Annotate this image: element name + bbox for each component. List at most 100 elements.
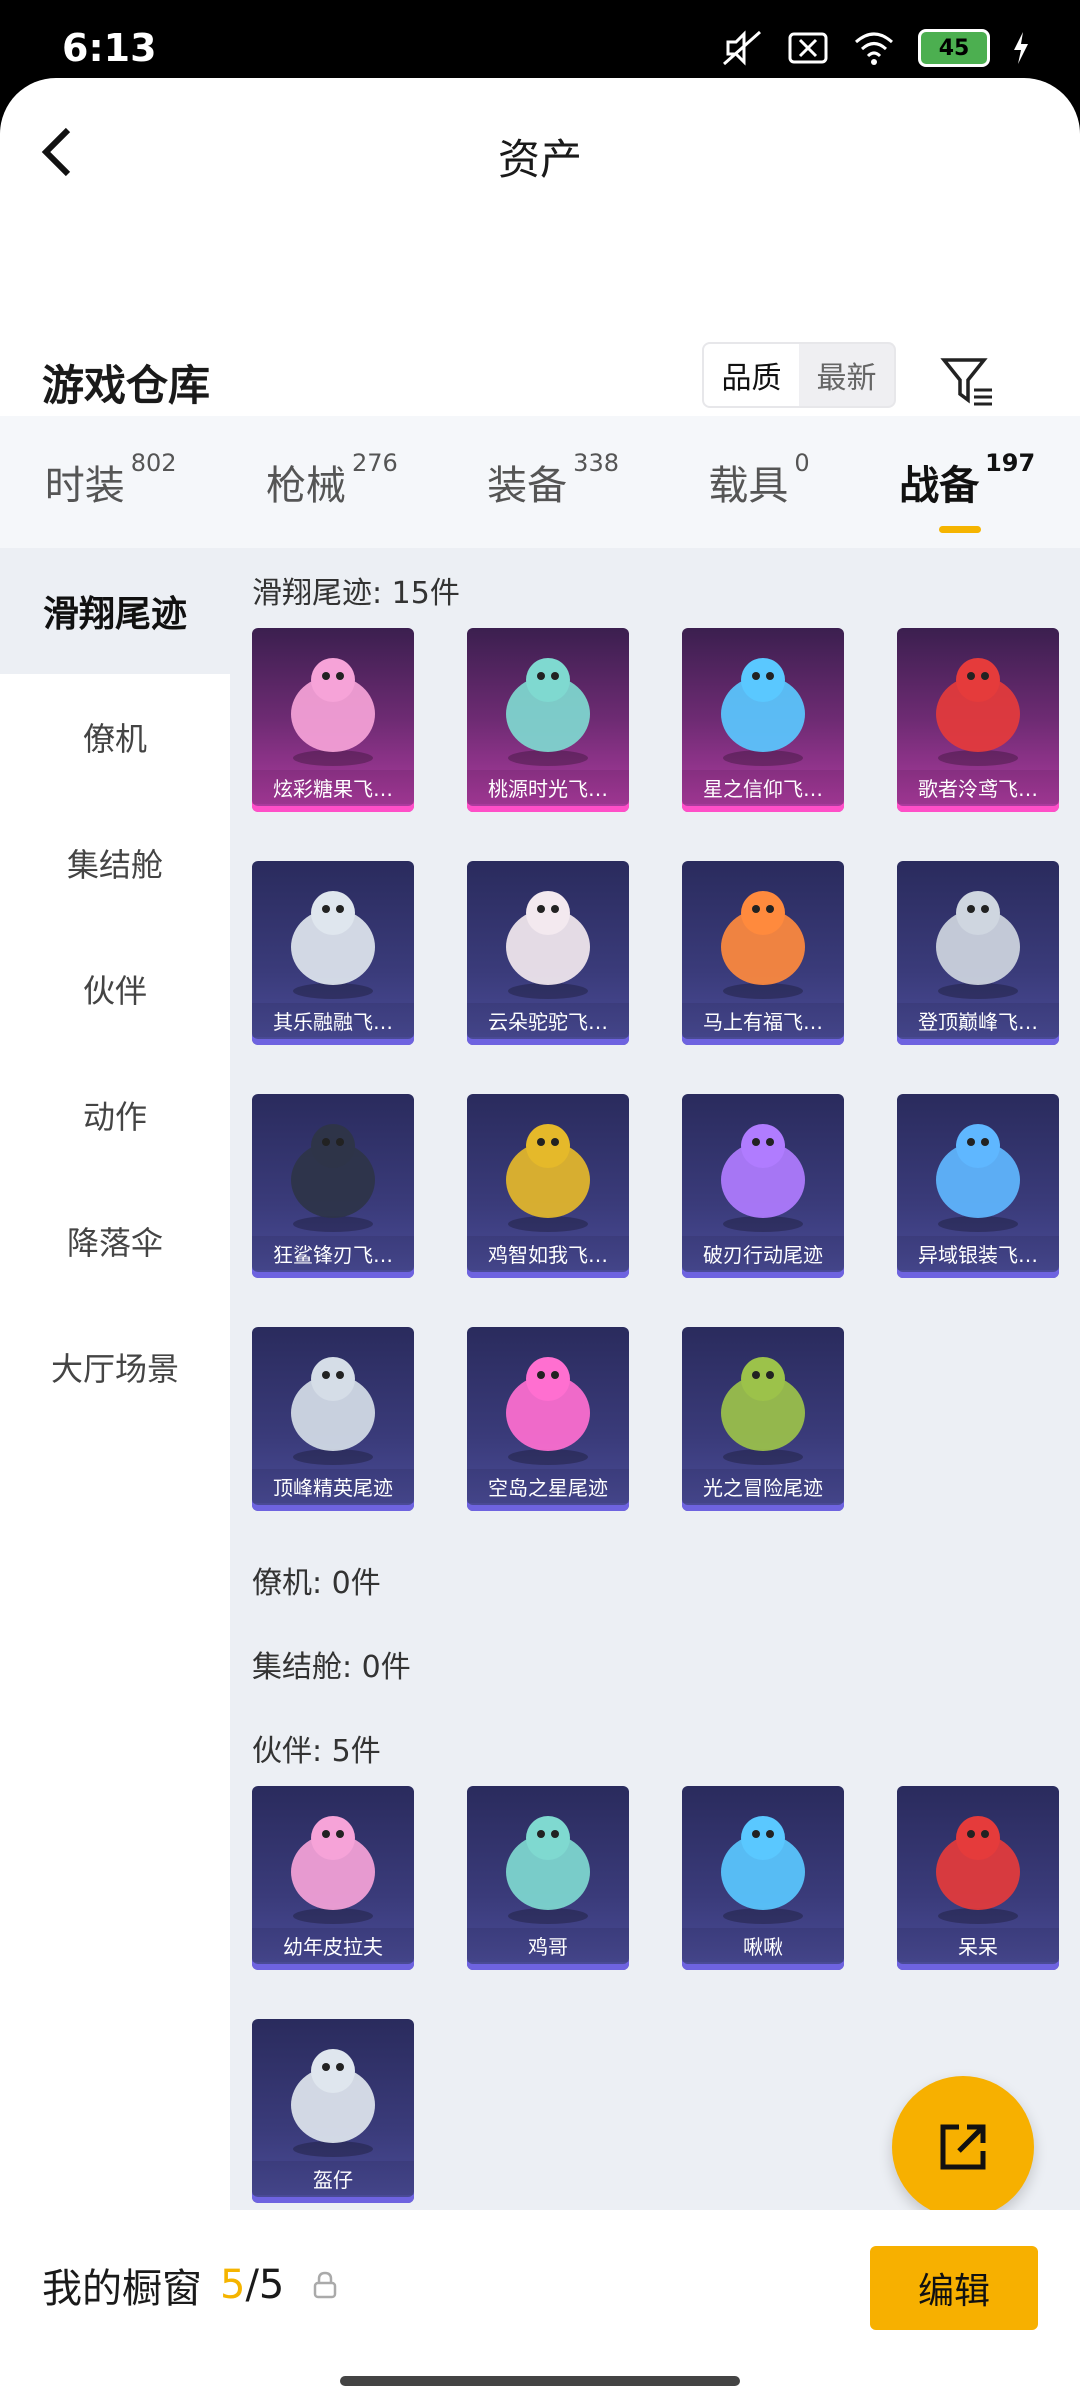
sidebar-item-partner[interactable]: 伙伴 — [0, 926, 230, 1052]
assets-page: 资产 游戏仓库 品质 最新 时装 802 枪械 276 装备 338 载具 0 — [0, 78, 1080, 2400]
smoke-trail-icon — [721, 1124, 805, 1232]
item-name: 呆呆 — [897, 1928, 1059, 1962]
status-icons: 45 — [720, 28, 1030, 68]
smoke-trail-icon — [291, 1357, 375, 1465]
partner-item-card[interactable]: 盔仔 — [252, 2019, 414, 2203]
glide-item-card[interactable]: 星之信仰飞… — [682, 628, 844, 812]
sidebar-item-parachute[interactable]: 降落伞 — [0, 1178, 230, 1304]
horse-glider-icon — [721, 891, 805, 999]
rainbow-trail-icon — [506, 1357, 590, 1465]
glide-item-card[interactable]: 狂鲨锋刃飞… — [252, 1094, 414, 1278]
tab-label: 载具 — [708, 463, 789, 509]
item-name: 啾啾 — [682, 1928, 844, 1962]
glide-item-card[interactable]: 歌者泠鸢飞… — [897, 628, 1059, 812]
tab-weapons[interactable]: 枪械 276 — [265, 449, 398, 511]
tab-count: 802 — [130, 449, 177, 477]
glide-item-card[interactable]: 桃源时光飞… — [467, 628, 629, 812]
penguin-glider-icon — [291, 891, 375, 999]
glide-item-card[interactable]: 其乐融融飞… — [252, 861, 414, 1045]
glide-item-card[interactable]: 云朵驼驼飞… — [467, 861, 629, 1045]
item-name: 云朵驼驼飞… — [467, 1003, 629, 1037]
tab-count: 197 — [985, 449, 1036, 477]
battery-icon: 45 — [918, 29, 990, 67]
edit-button[interactable]: 编辑 — [870, 2246, 1038, 2330]
tab-count: 0 — [794, 449, 810, 477]
external-link-icon — [940, 2124, 986, 2170]
glide-item-card[interactable]: 登顶巅峰飞… — [897, 861, 1059, 1045]
no-sim-icon — [788, 32, 828, 64]
shark-kid-icon — [291, 1816, 375, 1924]
category-tabs: 时装 802 枪械 276 装备 338 载具 0 战备 197 — [0, 416, 1080, 548]
item-content: 滑翔尾迹: 15件 炫彩糖果飞… 桃源时光飞… 星之信仰飞… 歌者泠鸢飞… 其乐融融飞…… — [230, 548, 1080, 2298]
partner-item-card[interactable]: 啾啾 — [682, 1786, 844, 1970]
feather-bow-glider-icon — [721, 658, 805, 766]
showcase-info: 我的橱窗 5/5 — [42, 2256, 338, 2314]
showcase-current: 5 — [220, 2262, 246, 2308]
pink-bird-icon — [721, 1816, 805, 1924]
dragon-glider-icon — [936, 1124, 1020, 1232]
lock-icon — [314, 2271, 337, 2299]
section-title-glide: 滑翔尾迹: 15件 — [252, 576, 460, 611]
sidebar-item-rally-pod[interactable]: 集结舱 — [0, 800, 230, 926]
sidebar-item-wingman[interactable]: 僚机 — [0, 674, 230, 800]
item-name: 其乐融融飞… — [252, 1003, 414, 1037]
partner-item-card[interactable]: 鸡哥 — [467, 1786, 629, 1970]
glide-item-card[interactable]: 光之冒险尾迹 — [682, 1327, 844, 1511]
item-name: 炫彩糖果飞… — [252, 770, 414, 804]
item-name: 歌者泠鸢飞… — [897, 770, 1059, 804]
item-name: 登顶巅峰飞… — [897, 1003, 1059, 1037]
tab-tactical[interactable]: 战备 197 — [899, 449, 1035, 533]
tab-equipment[interactable]: 装备 338 — [487, 449, 619, 511]
tab-vehicles[interactable]: 载具 0 — [708, 449, 809, 511]
item-name: 鸡哥 — [467, 1928, 629, 1962]
item-name: 空岛之星尾迹 — [467, 1469, 629, 1503]
tab-count: 276 — [351, 449, 398, 477]
glide-item-card[interactable]: 炫彩糖果飞… — [252, 628, 414, 812]
item-name: 光之冒险尾迹 — [682, 1469, 844, 1503]
share-button[interactable] — [892, 2076, 1034, 2218]
mute-vibrate-icon — [723, 30, 761, 66]
sort-toggle: 品质 最新 — [702, 342, 896, 408]
status-time: 6:13 — [62, 26, 157, 70]
glide-item-card[interactable]: 顶峰精英尾迹 — [252, 1327, 414, 1511]
green-trail-icon — [721, 1357, 805, 1465]
chicken-glider-icon — [506, 1124, 590, 1232]
helmet-bird-icon — [291, 2049, 375, 2157]
tab-fashion[interactable]: 时装 802 — [45, 449, 177, 511]
tab-label: 战备 — [899, 463, 980, 509]
filter-icon[interactable] — [940, 354, 996, 410]
showcase-title: 我的橱窗 — [42, 2266, 202, 2312]
sidebar-item-glide-trail[interactable]: 滑翔尾迹 — [0, 548, 230, 674]
sidebar-item-emote[interactable]: 动作 — [0, 1052, 230, 1178]
jet-glider-icon — [936, 891, 1020, 999]
sort-quality-option[interactable]: 品质 — [704, 344, 799, 406]
partner-item-card[interactable]: 幼年皮拉夫 — [252, 1786, 414, 1970]
sidebar: 滑翔尾迹 僚机 集结舱 伙伴 动作 降落伞 大厅场景 — [0, 548, 230, 2298]
chick-icon — [936, 1816, 1020, 1924]
partner-item-card[interactable]: 呆呆 — [897, 1786, 1059, 1970]
item-name: 狂鲨锋刃飞… — [252, 1236, 414, 1270]
section-title-partner: 伙伴: 5件 — [252, 1734, 381, 1769]
glide-item-card[interactable]: 鸡智如我飞… — [467, 1094, 629, 1278]
shark-glider-icon — [291, 1124, 375, 1232]
glide-item-card[interactable]: 空岛之星尾迹 — [467, 1327, 629, 1511]
glide-item-card[interactable]: 马上有福飞… — [682, 861, 844, 1045]
tab-count: 338 — [573, 449, 619, 477]
showcase-total: /5 — [245, 2262, 285, 2308]
charging-icon — [1014, 32, 1028, 64]
section-title-wingman: 僚机: 0件 — [252, 1566, 381, 1601]
tab-label: 枪械 — [265, 463, 346, 509]
item-name: 异域银装飞… — [897, 1236, 1059, 1270]
glide-item-card[interactable]: 异域银装飞… — [897, 1094, 1059, 1278]
sort-newest-option[interactable]: 最新 — [799, 344, 894, 406]
home-indicator[interactable] — [340, 2376, 740, 2386]
showcase-bar: 我的橱窗 5/5 编辑 — [0, 2210, 1080, 2400]
section-title-pod: 集结舱: 0件 — [252, 1650, 411, 1685]
red-bird-glider-icon — [936, 658, 1020, 766]
glide-item-card[interactable]: 破刃行动尾迹 — [682, 1094, 844, 1278]
sidebar-item-lobby-scene[interactable]: 大厅场景 — [0, 1304, 230, 1430]
peach-glider-icon — [506, 658, 590, 766]
tab-label: 装备 — [487, 463, 568, 509]
item-name: 鸡智如我飞… — [467, 1236, 629, 1270]
alpaca-glider-icon — [506, 891, 590, 999]
